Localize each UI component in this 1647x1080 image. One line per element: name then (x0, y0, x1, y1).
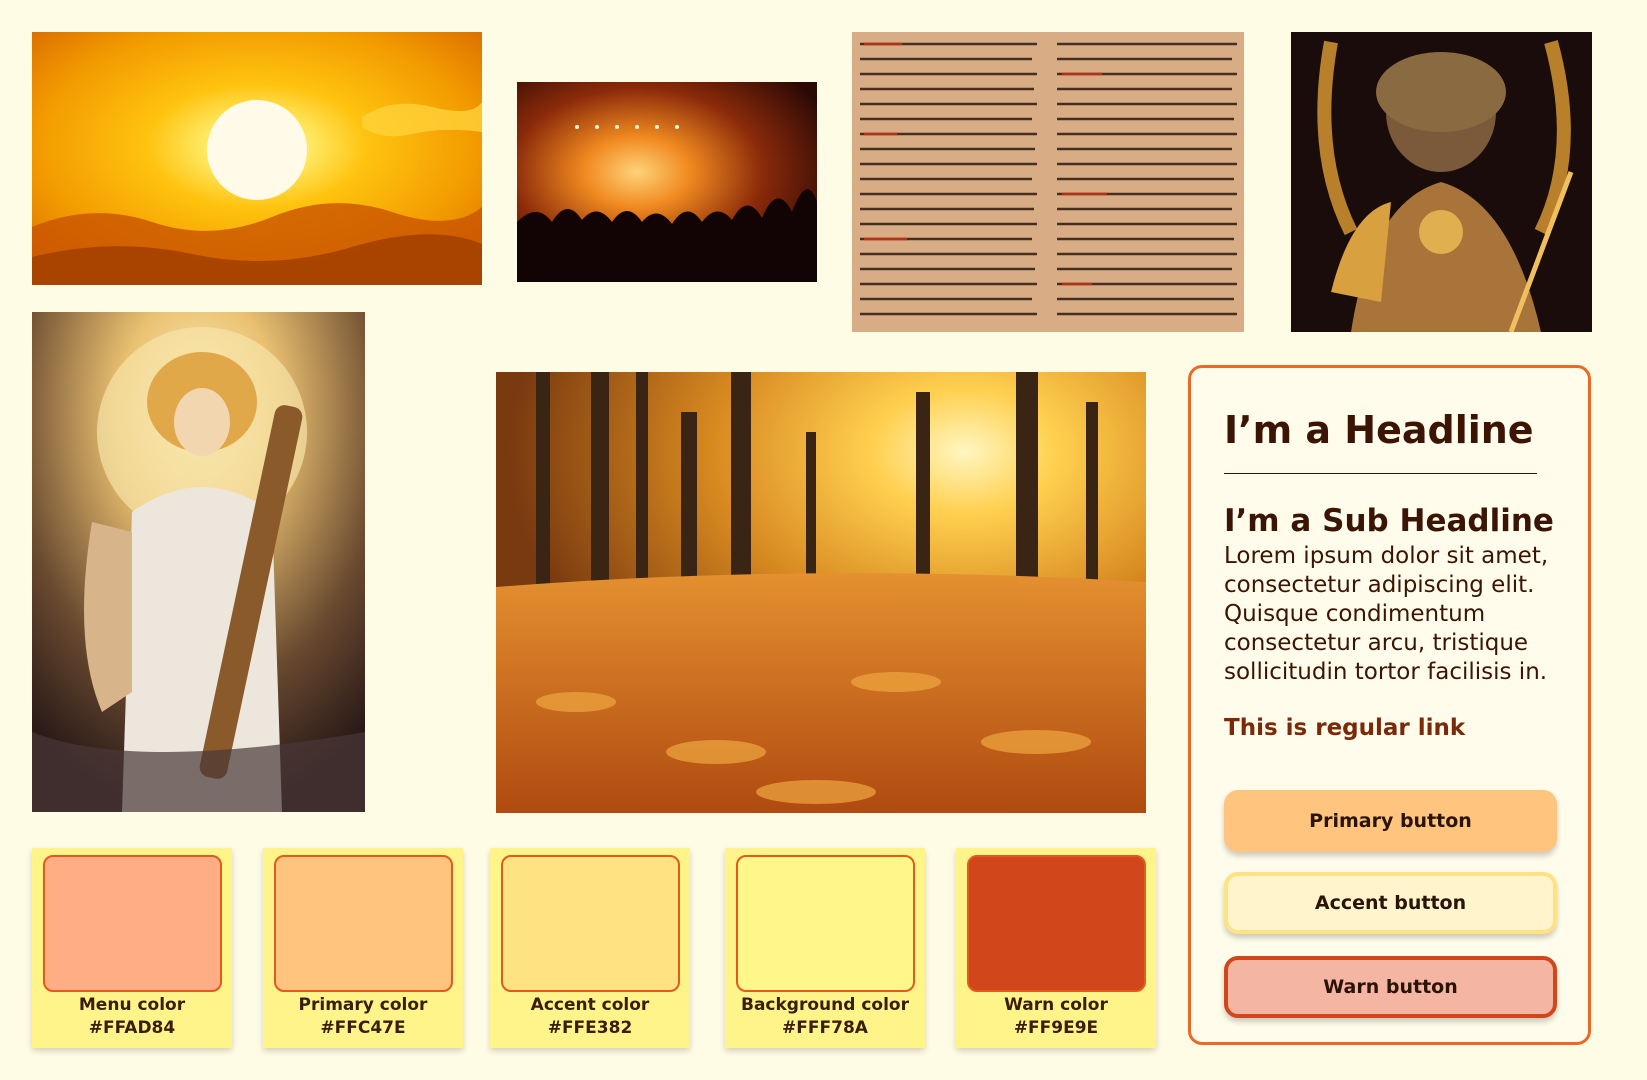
papyrus-image (852, 32, 1244, 332)
warn-button[interactable]: Warn button (1224, 956, 1557, 1018)
swatch-hex: #FFC47E (320, 1018, 406, 1038)
sunset-image (32, 32, 482, 285)
swatch-color-box (43, 855, 222, 992)
sub-headline: I’m a Sub Headline (1224, 503, 1554, 539)
headline: I’m a Headline (1224, 408, 1534, 452)
swatch-card-warn: Warn color #FF9E9E (956, 848, 1156, 1048)
apollo-illustration (32, 312, 365, 812)
swatch-hex: #FFF78A (782, 1018, 868, 1038)
concert-image (517, 82, 817, 282)
body-text: Lorem ipsum dolor sit amet, consectetur … (1224, 543, 1549, 685)
swatch-color-box (967, 855, 1146, 992)
regular-link[interactable]: This is regular link (1224, 715, 1465, 741)
accent-button[interactable]: Accent button (1224, 872, 1557, 934)
swatch-name: Accent color (530, 995, 650, 1015)
swatch-card-accent: Accent color #FFE382 (490, 848, 690, 1048)
swatch-hex: #FF9E9E (1013, 1018, 1099, 1038)
swatch-hex: #FFE382 (547, 1018, 633, 1038)
swatch-card-background: Background color #FFF78A (725, 848, 925, 1048)
swatch-color-box (501, 855, 680, 992)
swatch-card-primary: Primary color #FFC47E (263, 848, 463, 1048)
style-preview-panel: I’m a Headline I’m a Sub Headline Lorem … (1188, 365, 1591, 1045)
swatch-color-box (736, 855, 915, 992)
golden-statue-image (1291, 32, 1592, 332)
primary-button[interactable]: Primary button (1224, 790, 1557, 852)
autumn-forest-image (496, 372, 1146, 813)
swatch-hex: #FFAD84 (88, 1018, 176, 1038)
swatch-name: Menu color (78, 995, 186, 1015)
swatch-color-box (274, 855, 453, 992)
swatch-card-menu: Menu color #FFAD84 (32, 848, 232, 1048)
swatch-name: Background color (741, 995, 909, 1015)
swatch-name: Warn color (1004, 995, 1108, 1015)
swatch-name: Primary color (298, 995, 428, 1015)
headline-divider (1224, 473, 1537, 474)
